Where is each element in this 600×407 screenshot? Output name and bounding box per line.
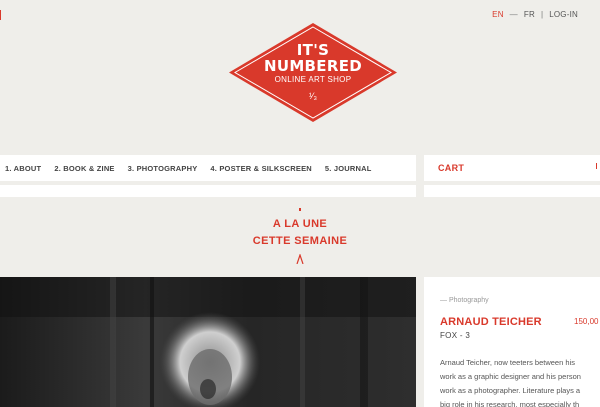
main-nav: 1. ABOUT 2. BOOK & ZINE 3. PHOTOGRAPHY 4… [0,155,416,181]
cart-arrow-icon [596,163,600,169]
nav-item-photography[interactable]: 3. PHOTOGRAPHY [128,164,198,173]
description-line: work as a graphic designer and his perso… [440,372,581,381]
product-title: FOX - 3 [440,331,471,340]
featured-photo[interactable] [0,277,416,407]
language-bar: EN — FR | LOG-IN [492,10,578,19]
lang-fr-link[interactable]: FR [524,10,535,19]
nav-item-poster-silkscreen[interactable]: 4. POSTER & SILKSCREEN [210,164,312,173]
lang-en-link[interactable]: EN [492,10,504,19]
description-line: work as a photographer. Literature plays… [440,386,581,395]
logo-tagline: ONLINE ART SHOP [274,75,352,84]
logo-line-2: NUMBERED [264,57,362,75]
feature-title-line-1: A LA UNE [272,218,328,230]
nav-item-about[interactable]: 1. ABOUT [5,164,41,173]
logo-fraction: ¹⁄₃ [308,91,318,101]
nav-item-book-zine[interactable]: 2. BOOK & ZINE [54,164,114,173]
nav-item-journal[interactable]: 5. JOURNAL [325,164,372,173]
cart-label: CART [438,163,465,173]
site-logo[interactable]: IT'S NUMBERED ONLINE ART SHOP ¹⁄₃ [228,22,398,123]
corner-mark [0,10,1,20]
product-description: Arnaud Teicher, now teeters between his … [440,356,600,407]
login-link[interactable]: LOG-IN [549,10,578,19]
description-line: big role in his research, most especiall… [440,400,580,407]
sub-bar-left [0,185,416,197]
description-line: Arnaud Teicher, now teeters between his [440,358,575,367]
lang-separator: — [509,10,518,19]
product-category[interactable]: — Photography [440,297,600,304]
feature-dot-icon [299,208,301,211]
lang-separator-bar: | [540,10,544,19]
cart-button[interactable]: CART [424,155,600,181]
sub-bar-right [424,185,600,197]
feature-heading: A LA UNE CETTE SEMAINE [0,208,600,264]
product-panel: — Photography ARNAUD TEICHER 150,00 FOX … [424,277,600,407]
product-price: 150,00 [574,317,599,326]
lambda-divider-icon [296,254,304,264]
feature-title-line-2: CETTE SEMAINE [252,235,348,247]
